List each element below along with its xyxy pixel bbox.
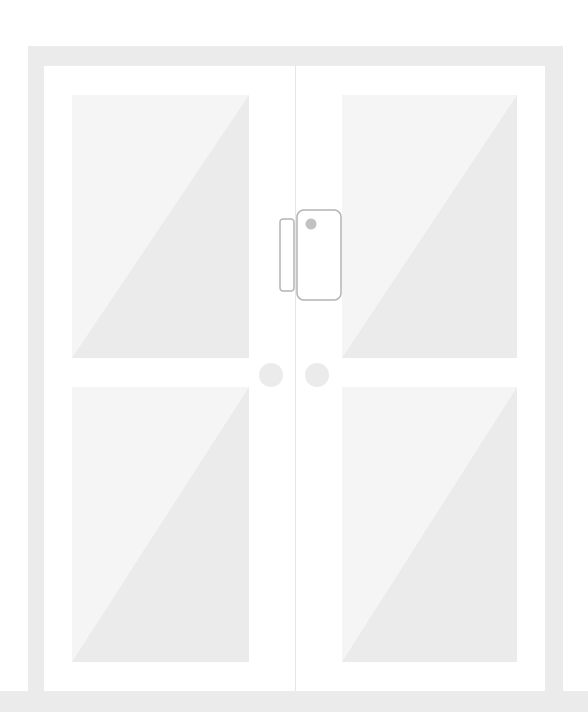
double-door-illustration [0, 46, 588, 712]
sensor-body [296, 209, 342, 301]
left-lower-glass-pane [72, 387, 249, 662]
sensor-led-icon [305, 218, 317, 230]
left-upper-glass-pane [72, 95, 249, 358]
right-door-knob [305, 363, 329, 387]
right-lower-glass-pane [342, 387, 517, 662]
left-door-knob [259, 363, 283, 387]
floor [0, 691, 588, 712]
sensor-magnet [279, 218, 295, 292]
right-upper-glass-pane [342, 95, 517, 358]
